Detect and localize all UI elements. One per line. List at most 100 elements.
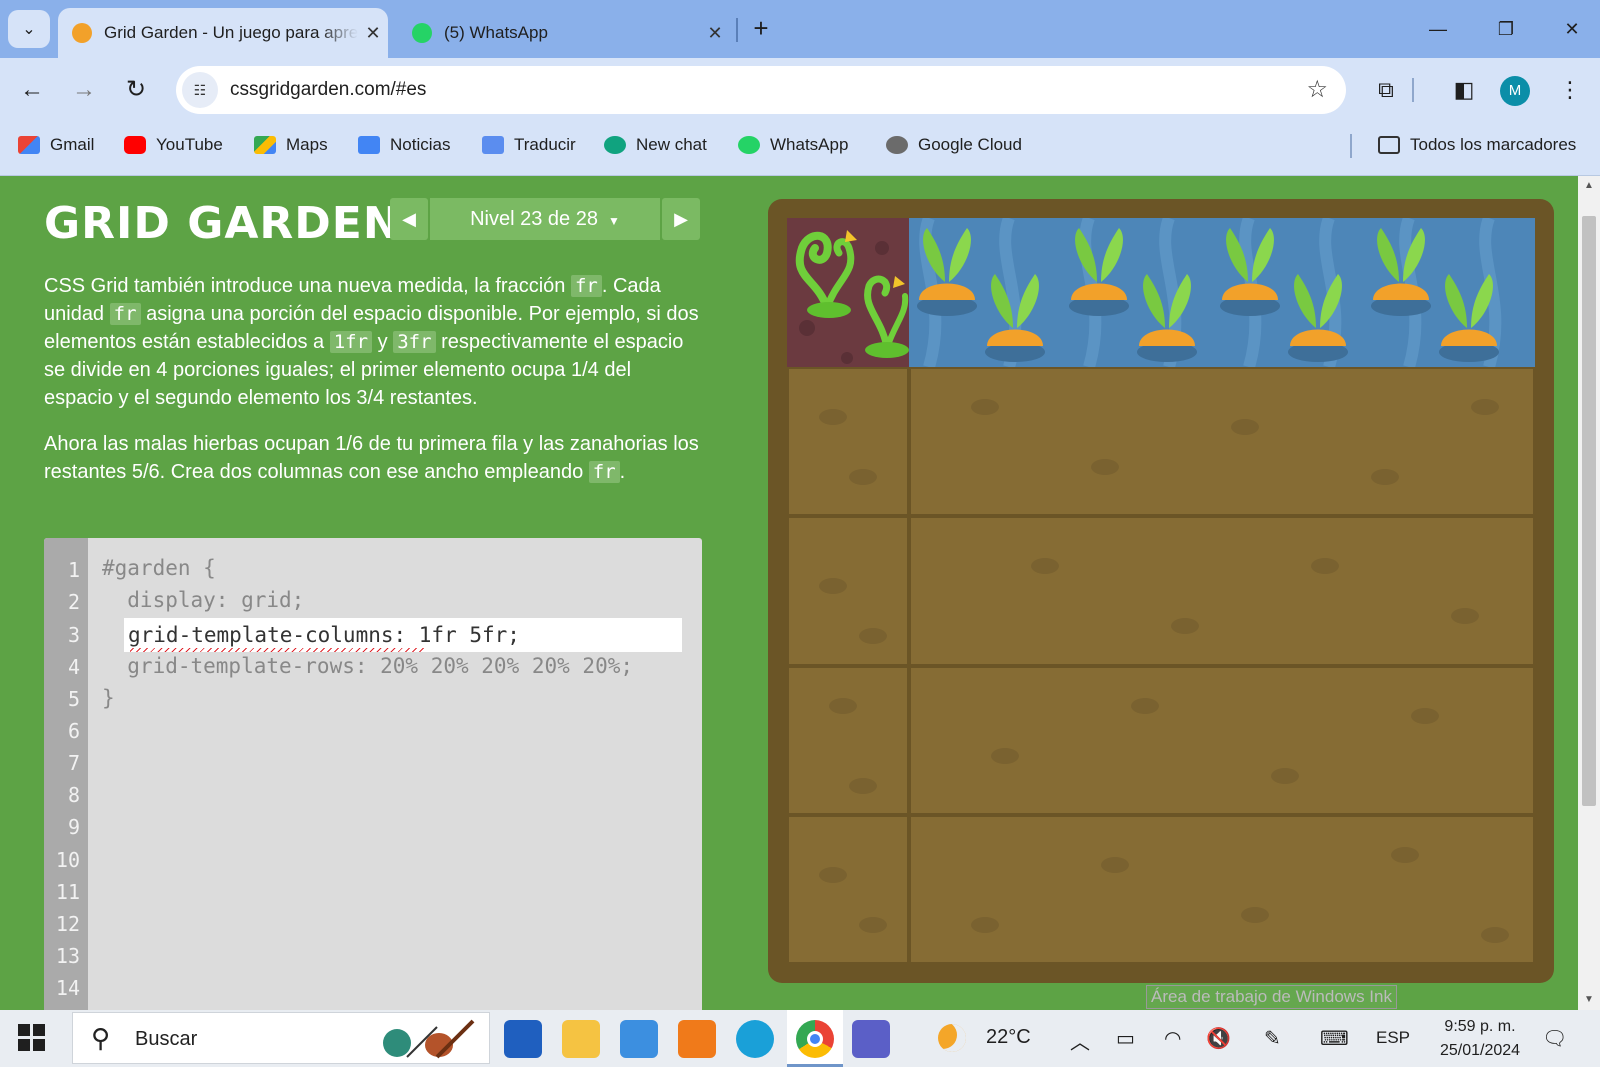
windows-ink-tooltip: Área de trabajo de Windows Ink [1146, 985, 1397, 1009]
css-answer-input[interactable] [128, 621, 668, 649]
reload-button[interactable]: ↻ [118, 72, 154, 108]
bookmark-gmail[interactable]: Gmail [18, 135, 94, 155]
soil-texture [859, 916, 887, 933]
scroll-down-arrow-icon[interactable]: ▼ [1578, 990, 1600, 1010]
system-clock[interactable]: 9:59 p. m. 25/01/2024 [1420, 1015, 1540, 1063]
code-1fr: 1fr [329, 331, 373, 353]
chrome-taskbar-active[interactable] [787, 1010, 843, 1067]
profile-avatar[interactable]: M [1500, 76, 1530, 106]
bookmark-new-chat[interactable]: New chat [604, 135, 707, 155]
line-number: 2 [67, 590, 80, 614]
bookmark-youtube[interactable]: YouTube [124, 135, 223, 155]
code-line-4: grid-template-rows: 20% 20% 20% 20% 20%; [102, 654, 634, 678]
clock-date: 25/01/2024 [1439, 1042, 1521, 1059]
tab-whatsapp[interactable]: (5) WhatsApp ✕ [400, 8, 730, 58]
line-number: 8 [67, 783, 80, 807]
code-fr: fr [570, 275, 602, 297]
minimize-button[interactable]: — [1418, 12, 1458, 46]
new-tab-button[interactable]: + [745, 12, 777, 44]
tab-search-button[interactable]: ⌄ [8, 10, 50, 48]
page-scrollbar[interactable]: ▲ ▼ [1578, 176, 1600, 1010]
tab-grid-garden[interactable]: Grid Garden - Un juego para aprender CSS… [58, 8, 388, 58]
edge-icon[interactable] [736, 1020, 774, 1058]
bookmark-label: Maps [286, 135, 328, 154]
translate-icon [482, 136, 504, 154]
bookmark-star-icon[interactable]: ☆ [1306, 75, 1328, 104]
arrow-left-icon: ◀ [402, 209, 416, 229]
windows-ink-pen-icon[interactable]: ✎ [1264, 1026, 1281, 1051]
url-text[interactable]: cssgridgarden.com/#es [230, 79, 426, 101]
instruction-text: . [619, 461, 626, 483]
arrow-right-icon: ▶ [674, 209, 688, 229]
level-selector[interactable]: Nivel 23 de 28 ▼ [430, 198, 660, 240]
soil-texture [1481, 926, 1509, 943]
soil-texture [1101, 856, 1129, 873]
side-panel-icon[interactable]: ◧ [1448, 74, 1480, 106]
temperature-text[interactable]: 22°C [986, 1026, 1031, 1049]
site-info-icon[interactable]: ☷ [182, 72, 218, 108]
bookmark-label: Gmail [50, 135, 95, 154]
garden-cell [909, 665, 1535, 815]
bookmark-label: WhatsApp [770, 135, 849, 154]
moon-weather-icon[interactable] [938, 1024, 966, 1052]
next-level-button[interactable]: ▶ [662, 198, 700, 240]
code-line-5: } [102, 686, 115, 710]
taskbar-search[interactable]: ⚲ Buscar [72, 1012, 490, 1064]
microsoft-store-icon[interactable] [504, 1020, 542, 1058]
notifications-icon[interactable]: 🗨 [1542, 1026, 1567, 1051]
show-hidden-icons-chevron-icon[interactable]: ︿ [1070, 1026, 1090, 1055]
address-bar[interactable]: ☷ cssgridgarden.com/#es ☆ [176, 66, 1346, 114]
sublime-text-icon[interactable] [678, 1020, 716, 1058]
forward-button[interactable]: → [66, 72, 102, 108]
bookmark-label: YouTube [156, 135, 223, 154]
menu-kebab-icon[interactable]: ⋮ [1554, 74, 1586, 106]
whatsapp-icon [738, 136, 760, 154]
touch-keyboard-icon[interactable]: ⌨ [1320, 1026, 1349, 1051]
bookmark-whatsapp[interactable]: WhatsApp [738, 135, 848, 155]
bookmark-maps[interactable]: Maps [254, 135, 328, 155]
code-fr: fr [588, 461, 620, 483]
soil-texture [991, 747, 1019, 764]
bookmarks-separator [1350, 134, 1352, 158]
close-tab-icon[interactable]: ✕ [700, 23, 730, 44]
bookmark-traducir[interactable]: Traducir [482, 135, 576, 155]
all-bookmarks-button[interactable]: Todos los marcadores [1378, 135, 1576, 155]
previous-level-button[interactable]: ◀ [390, 198, 428, 240]
chrome-icon-center [807, 1031, 823, 1047]
maps-icon [254, 136, 276, 154]
weeds-cell [787, 218, 909, 367]
restore-button[interactable]: ❐ [1486, 12, 1526, 46]
wifi-icon[interactable]: ◠ [1164, 1026, 1181, 1051]
search-placeholder: Buscar [135, 1028, 198, 1050]
file-explorer-icon[interactable] [562, 1020, 600, 1058]
soil-texture [1231, 419, 1259, 436]
bookmark-noticias[interactable]: Noticias [358, 135, 450, 155]
bookmarks-bar: Gmail YouTube Maps Noticias Traducir New… [0, 122, 1600, 176]
close-window-button[interactable]: ✕ [1552, 12, 1592, 46]
mail-icon[interactable] [620, 1020, 658, 1058]
line-number: 1 [67, 558, 80, 582]
soil-texture [971, 399, 999, 416]
code-fr: fr [109, 303, 141, 325]
start-button[interactable] [18, 1024, 46, 1052]
bookmark-google-cloud[interactable]: Google Cloud [886, 135, 1022, 155]
line-number: 9 [67, 815, 80, 839]
scrollbar-thumb[interactable] [1582, 216, 1596, 806]
folder-icon [1378, 136, 1400, 154]
close-tab-icon[interactable]: ✕ [358, 23, 388, 44]
windows-taskbar: ⚲ Buscar 22°C ︿ ▭ ◠ 🔇 ✎ ⌨ ESP 9:59 p. m.… [0, 1010, 1600, 1067]
soil-texture [1471, 399, 1499, 416]
teams-icon[interactable] [852, 1020, 890, 1058]
soil-texture [971, 916, 999, 933]
back-button[interactable]: ← [14, 72, 50, 108]
volume-muted-icon[interactable]: 🔇 [1206, 1026, 1231, 1051]
spellcheck-underline [130, 648, 424, 652]
windows-logo-icon [33, 1039, 45, 1051]
code-line-1: #garden { [102, 556, 216, 580]
youtube-icon [124, 136, 146, 154]
meet-now-icon[interactable]: ▭ [1116, 1026, 1135, 1051]
scroll-up-arrow-icon[interactable]: ▲ [1578, 176, 1600, 196]
garden-cell [787, 367, 909, 517]
input-language[interactable]: ESP [1376, 1028, 1410, 1048]
extensions-icon[interactable]: ⧉ [1370, 74, 1402, 106]
